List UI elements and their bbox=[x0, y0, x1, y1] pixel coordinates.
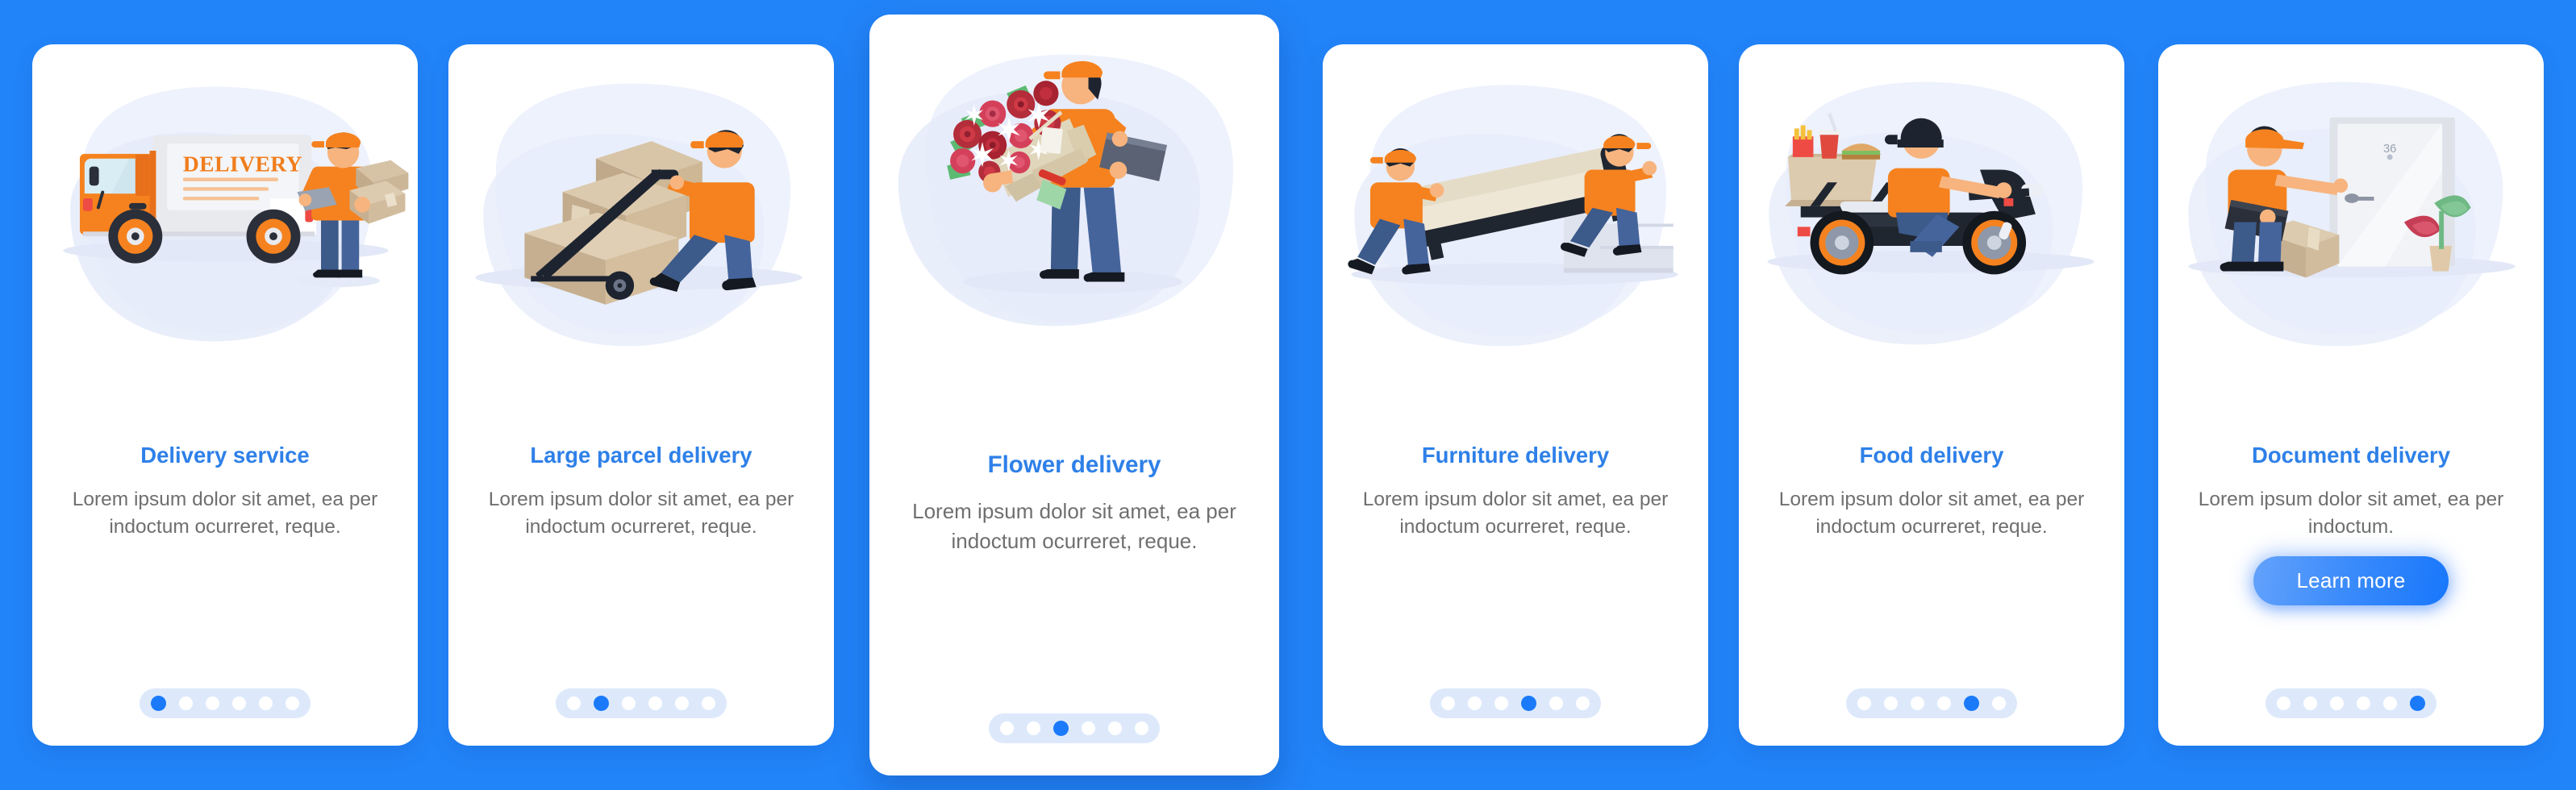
card-description: Lorem ipsum dolor sit amet, ea per indoc… bbox=[912, 498, 1236, 553]
hand-truck-parcels-illustration bbox=[448, 44, 834, 441]
card-description: Lorem ipsum dolor sit amet, ea per indoc… bbox=[488, 488, 794, 538]
pagination-dot[interactable] bbox=[648, 696, 662, 710]
scooter-food-courier-illustration bbox=[1739, 44, 2124, 441]
pagination-dot[interactable] bbox=[2410, 696, 2425, 711]
pagination-dot[interactable] bbox=[151, 696, 166, 711]
pagination-dot[interactable] bbox=[2303, 696, 2317, 710]
pagination-dot[interactable] bbox=[567, 696, 581, 710]
card-description: Lorem ipsum dolor sit amet, ea per indoc… bbox=[1778, 488, 2085, 538]
pagination-dot[interactable] bbox=[1576, 696, 1590, 710]
pagination-dot[interactable] bbox=[1135, 721, 1148, 735]
card-description: Lorem ipsum dolor sit amet, ea per indoc… bbox=[2198, 488, 2504, 538]
pagination-dot[interactable] bbox=[702, 696, 715, 710]
courier-at-door-illustration: 36 bbox=[2158, 44, 2544, 441]
pagination-dot[interactable] bbox=[1082, 721, 1095, 735]
pagination-dot[interactable] bbox=[1937, 696, 1951, 710]
pagination-dot[interactable] bbox=[2357, 696, 2370, 710]
card-title: Delivery service bbox=[140, 443, 310, 468]
pagination-dot[interactable] bbox=[259, 696, 273, 710]
onboarding-card-document-delivery[interactable]: 36 Document delivery Lorem ipsum dolor s… bbox=[2158, 44, 2544, 746]
card-title: Food delivery bbox=[1859, 443, 2004, 468]
card-description: Lorem ipsum dolor sit amet, ea per indoc… bbox=[1362, 488, 1669, 538]
pagination-dot[interactable] bbox=[2383, 696, 2397, 710]
pagination-dot[interactable] bbox=[1992, 696, 2006, 710]
learn-more-button[interactable]: Learn more bbox=[2253, 556, 2449, 606]
pagination-dot[interactable] bbox=[1494, 696, 1508, 710]
door-number-label: 36 bbox=[2383, 143, 2396, 156]
pagination-dot[interactable] bbox=[1441, 696, 1455, 710]
onboarding-card-food-delivery[interactable]: Food delivery Lorem ipsum dolor sit amet… bbox=[1739, 44, 2124, 746]
pagination-dot[interactable] bbox=[2277, 696, 2290, 710]
pagination-dot[interactable] bbox=[594, 696, 609, 711]
pagination-dot[interactable] bbox=[1468, 696, 1482, 710]
pagination-dot[interactable] bbox=[286, 696, 299, 710]
courier-bouquet-illustration bbox=[869, 15, 1279, 450]
pagination-dot[interactable] bbox=[1911, 696, 1924, 710]
two-movers-sofa-stairs-illustration bbox=[1323, 44, 1708, 441]
onboarding-card-delivery-service[interactable]: DELIVERY Delivery service Lorem ipsum do… bbox=[32, 44, 418, 746]
pagination-dot[interactable] bbox=[232, 696, 246, 710]
card-title: Document delivery bbox=[2251, 443, 2451, 468]
pagination-dots[interactable] bbox=[140, 688, 311, 718]
pagination-dot[interactable] bbox=[1521, 696, 1536, 711]
card-description: Lorem ipsum dolor sit amet, ea per indoc… bbox=[72, 488, 378, 538]
pagination-dot[interactable] bbox=[1857, 696, 1871, 710]
pagination-dot[interactable] bbox=[1027, 721, 1040, 735]
card-title: Large parcel delivery bbox=[530, 443, 752, 468]
onboarding-card-flower-delivery[interactable]: Flower delivery Lorem ipsum dolor sit am… bbox=[869, 15, 1279, 775]
pagination-dot[interactable] bbox=[1549, 696, 1563, 710]
pagination-dot[interactable] bbox=[1000, 721, 1014, 735]
pagination-dots[interactable] bbox=[989, 713, 1160, 743]
card-title: Flower delivery bbox=[987, 451, 1161, 478]
pagination-dot[interactable] bbox=[179, 696, 193, 710]
pagination-dot[interactable] bbox=[1964, 696, 1979, 711]
pagination-dots[interactable] bbox=[1430, 688, 1601, 718]
svg-text:DELIVERY: DELIVERY bbox=[183, 152, 302, 177]
pagination-dot[interactable] bbox=[206, 696, 219, 710]
card-title: Furniture delivery bbox=[1421, 443, 1610, 468]
onboarding-card-furniture-delivery[interactable]: Furniture delivery Lorem ipsum dolor sit… bbox=[1323, 44, 1708, 746]
pagination-dot[interactable] bbox=[675, 696, 689, 710]
pagination-dots[interactable] bbox=[2265, 688, 2436, 718]
pagination-dots[interactable] bbox=[556, 688, 727, 718]
onboarding-screens-container: DELIVERY Delivery service Lorem ipsum do… bbox=[0, 0, 2576, 790]
pagination-dot[interactable] bbox=[1108, 721, 1122, 735]
pagination-dot[interactable] bbox=[622, 696, 636, 710]
pagination-dots[interactable] bbox=[1846, 688, 2017, 718]
pagination-dot[interactable] bbox=[1053, 721, 1069, 736]
onboarding-card-large-parcel-delivery[interactable]: Large parcel delivery Lorem ipsum dolor … bbox=[448, 44, 834, 746]
pagination-dot[interactable] bbox=[1884, 696, 1898, 710]
pagination-dot[interactable] bbox=[2330, 696, 2344, 710]
delivery-truck-illustration: DELIVERY bbox=[32, 44, 418, 441]
